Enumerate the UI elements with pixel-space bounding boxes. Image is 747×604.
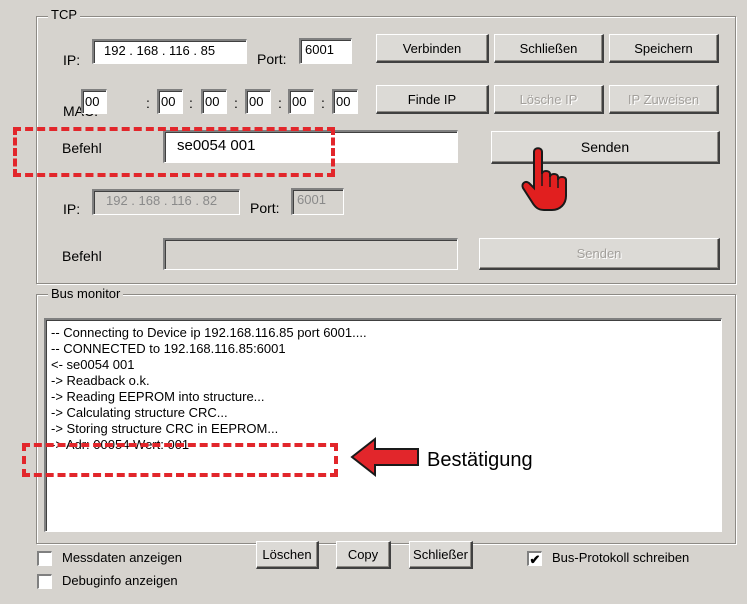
mac-field-5[interactable]: 00 (288, 89, 314, 114)
log-line: -- CONNECTED to 192.168.116.85:6001 (51, 341, 286, 356)
copy-button[interactable]: Copy (336, 541, 391, 569)
mac-separator: : (234, 95, 238, 111)
delete-ip-button[interactable]: Lösche IP (494, 85, 604, 114)
log-line: -> Reading EEPROM into structure... (51, 389, 265, 404)
mac-field-6[interactable]: 00 (332, 89, 358, 114)
confirmation-label: Bestätigung (427, 449, 533, 471)
ip2-input[interactable]: 192 . 168 . 116 . 82 (92, 189, 240, 215)
find-ip-button[interactable]: Finde IP (376, 85, 489, 114)
ip-input[interactable]: 192 . 168 . 116 . 85 (92, 39, 247, 64)
hand-pointer-icon (516, 144, 578, 216)
bus-log[interactable]: -- Connecting to Device ip 192.168.116.8… (44, 318, 722, 532)
clear-button[interactable]: Löschen (256, 541, 319, 569)
confirmation-highlight-frame (22, 443, 338, 477)
port-label: Port: (257, 51, 287, 67)
port2-input[interactable]: 6001 (291, 188, 344, 215)
close-log-button[interactable]: Schließer (409, 541, 473, 569)
mac-separator: : (146, 95, 150, 111)
mac-field-1[interactable]: 00 (81, 89, 107, 114)
show-measure-checkbox[interactable] (37, 551, 52, 566)
bus-protocol-checkbox[interactable]: ✔ (527, 551, 542, 566)
bus-monitor-legend: Bus monitor (48, 287, 124, 301)
log-line: <- se0054 001 (51, 357, 135, 372)
log-line: -> Storing structure CRC in EEPROM... (51, 421, 279, 436)
log-lines: -- Connecting to Device ip 192.168.116.8… (51, 325, 367, 453)
command2-label: Befehl (62, 248, 102, 264)
mac-field-2[interactable]: 00 (157, 89, 183, 114)
assign-ip-button[interactable]: IP Zuweisen (609, 85, 719, 114)
send2-button[interactable]: Senden (479, 238, 720, 270)
mac-separator: : (189, 95, 193, 111)
show-debug-label: Debuginfo anzeigen (62, 573, 178, 588)
tcp-legend: TCP (48, 8, 80, 22)
checkmark-icon: ✔ (529, 551, 541, 567)
mac-field-4[interactable]: 00 (245, 89, 271, 114)
log-line: -> Readback o.k. (51, 373, 150, 388)
log-line: -- Connecting to Device ip 192.168.116.8… (51, 325, 367, 340)
mac-separator: : (321, 95, 325, 111)
mac-separator: : (278, 95, 282, 111)
bus-protocol-label: Bus-Protokoll schreiben (552, 550, 690, 565)
show-measure-label: Messdaten anzeigen (62, 550, 182, 565)
arrow-left-icon (349, 436, 421, 478)
ip-label: IP: (63, 52, 81, 68)
ip2-label: IP: (63, 201, 81, 217)
command2-input[interactable] (163, 238, 458, 270)
connect-button[interactable]: Verbinden (376, 34, 489, 63)
port-input[interactable]: 6001 (299, 38, 352, 64)
show-debug-checkbox[interactable] (37, 574, 52, 589)
command-highlight-frame (13, 127, 335, 177)
mac-field-3[interactable]: 00 (201, 89, 227, 114)
close-button[interactable]: Schließen (494, 34, 604, 63)
save-button[interactable]: Speichern (609, 34, 719, 63)
log-line: -> Calculating structure CRC... (51, 405, 228, 420)
port2-label: Port: (250, 200, 280, 216)
